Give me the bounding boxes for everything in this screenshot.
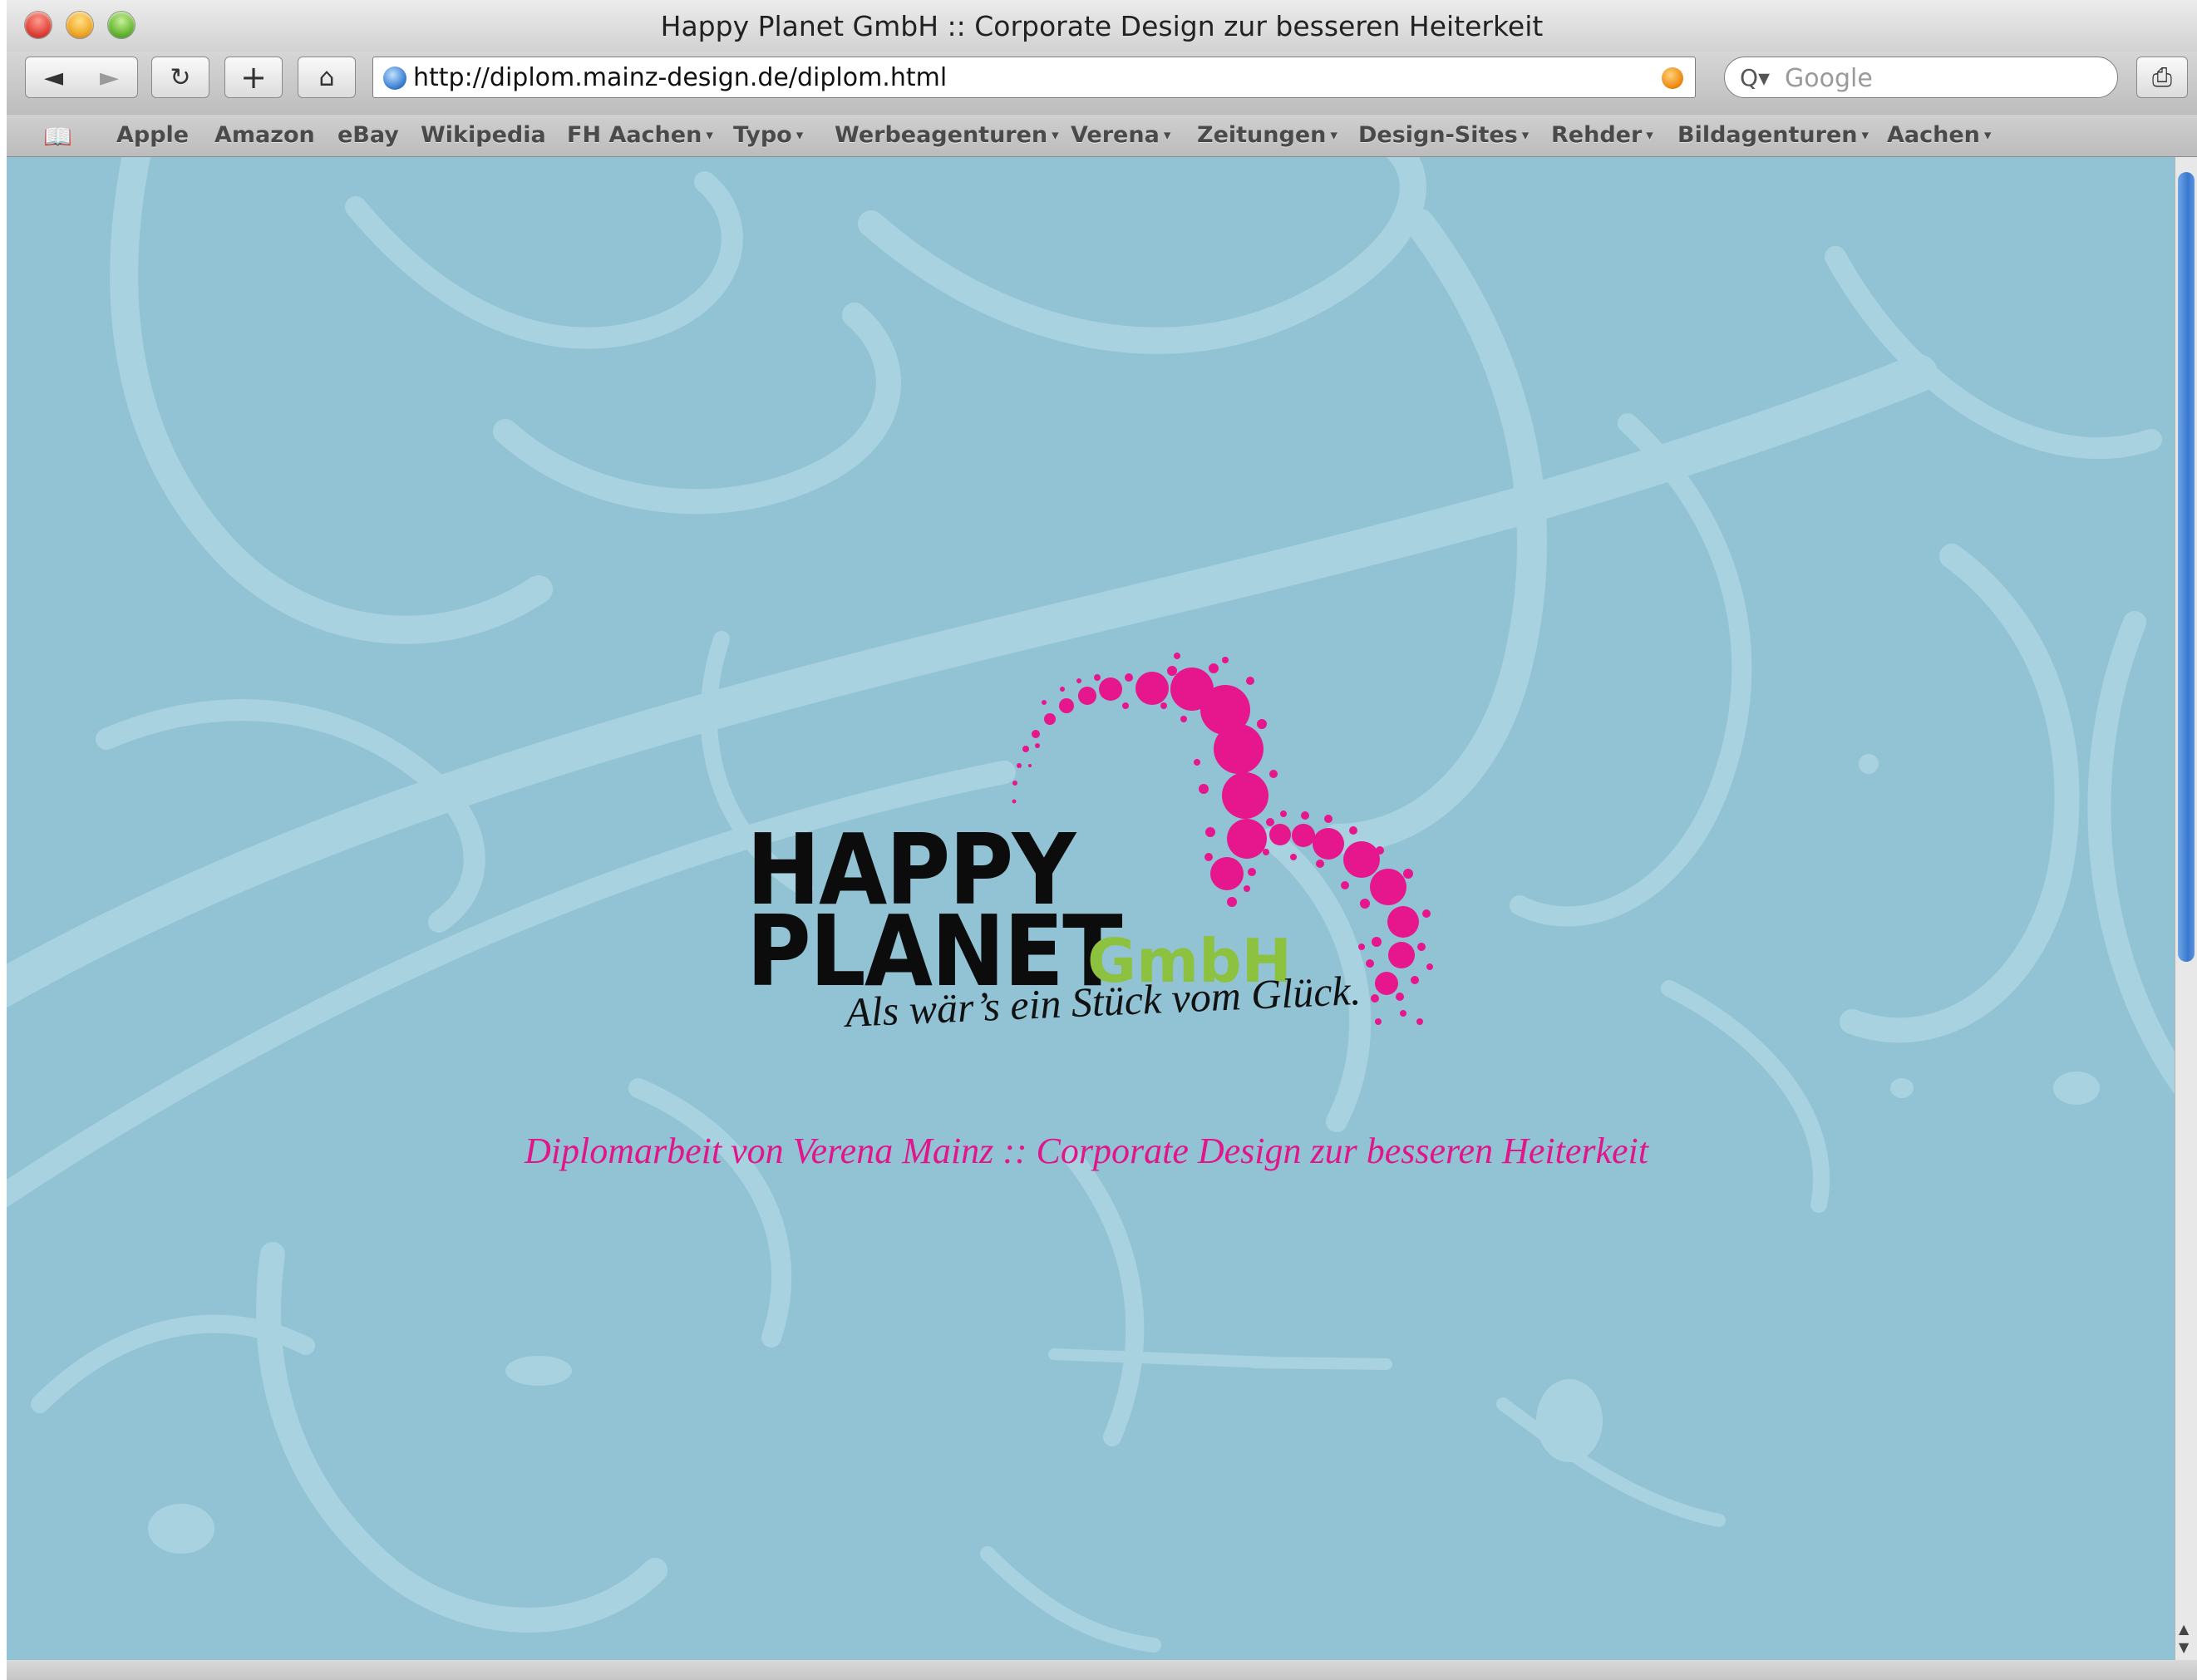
print-button[interactable]: ⎙ <box>2136 57 2188 98</box>
printer-icon: ⎙ <box>2152 62 2172 92</box>
dropdown-arrow-icon: ▾ <box>1163 127 1171 144</box>
title-bar[interactable]: Happy Planet GmbH :: Corporate Design zu… <box>7 0 2197 52</box>
reload-button[interactable]: ↻ <box>151 57 209 98</box>
reload-icon: ↻ <box>170 62 191 92</box>
bookmark-wikipedia[interactable]: Wikipedia <box>421 122 546 148</box>
plus-icon: + <box>240 59 267 96</box>
bookmark-label: Rehder <box>1551 122 1643 148</box>
bookmark-label: Typo <box>733 122 792 148</box>
dropdown-arrow-icon: ▾ <box>1983 127 1992 144</box>
bookmark-label: FH Aachen <box>567 122 702 148</box>
web-page: HAPPY PLANET GmbH Als wär’s ein Stück vo… <box>7 157 2175 1660</box>
bookmark-label: Bildagenturen <box>1677 122 1858 148</box>
add-bookmark-button[interactable]: + <box>224 57 283 98</box>
status-bar <box>7 1660 2197 1680</box>
bookmark-label: Werbeagenturen <box>835 122 1048 148</box>
dropdown-arrow-icon: ▾ <box>1646 127 1653 144</box>
dropdown-arrow-icon: ▾ <box>1330 127 1337 144</box>
bookmark-ebay[interactable]: eBay <box>337 122 399 148</box>
forward-arrow-icon[interactable]: ► <box>100 63 119 92</box>
globe-icon <box>383 67 406 90</box>
scrollbar-thumb[interactable] <box>2178 172 2195 962</box>
scroll-up-arrow-icon[interactable]: ▲ <box>2179 1621 2189 1637</box>
scroll-down-arrow-icon[interactable]: ▼ <box>2179 1639 2189 1655</box>
home-button[interactable]: ⌂ <box>298 57 356 98</box>
bookmark-werbeagenturen[interactable]: Werbeagenturen ▾ <box>835 122 1059 148</box>
bookmarks-bar: 📖 Apple Amazon eBay Wikipedia FH Aachen ▾… <box>7 115 2197 157</box>
search-placeholder: Google <box>1785 64 1873 93</box>
home-icon: ⌂ <box>318 62 335 92</box>
bookmark-label: Zeitungen <box>1197 122 1327 148</box>
dropdown-arrow-icon: ▾ <box>1861 127 1869 144</box>
bookmark-aachen[interactable]: Aachen ▾ <box>1887 122 1991 148</box>
dropdown-arrow-icon: ▾ <box>796 127 804 144</box>
dropdown-arrow-icon: ▾ <box>706 127 713 144</box>
page-subtitle: Diplomarbeit von Verena Mainz :: Corpora… <box>525 1131 1648 1171</box>
toolbar: ◄ ► ↻ + ⌂ http://diplom.mainz-design.de/… <box>7 52 2197 115</box>
bookmark-bildagenturen[interactable]: Bildagenturen ▾ <box>1677 122 1869 148</box>
bookmarks-book-icon[interactable]: 📖 <box>43 123 72 150</box>
bookmark-zeitungen[interactable]: Zeitungen ▾ <box>1197 122 1337 148</box>
window-title: Happy Planet GmbH :: Corporate Design zu… <box>660 10 1544 42</box>
back-forward-buttons[interactable]: ◄ ► <box>25 57 138 98</box>
bookmark-fh-aachen[interactable]: FH Aachen ▾ <box>567 122 713 148</box>
search-icon[interactable]: Q▾ <box>1740 64 1770 91</box>
bookmark-amazon[interactable]: Amazon <box>214 122 315 148</box>
dropdown-arrow-icon: ▾ <box>1052 127 1059 144</box>
bookmark-verena[interactable]: Verena ▾ <box>1071 122 1170 148</box>
bookmark-label: Verena <box>1071 122 1160 148</box>
bookmark-design-sites[interactable]: Design-Sites ▾ <box>1358 122 1529 148</box>
vertical-scrollbar[interactable]: ▲ ▼ <box>2175 157 2197 1660</box>
rss-icon[interactable] <box>1662 67 1683 89</box>
bookmark-label: Aachen <box>1887 122 1980 148</box>
back-arrow-icon[interactable]: ◄ <box>44 63 63 92</box>
address-bar[interactable]: http://diplom.mainz-design.de/diplom.htm… <box>372 57 1696 98</box>
bookmark-apple[interactable]: Apple <box>116 122 189 148</box>
url-text[interactable]: http://diplom.mainz-design.de/diplom.htm… <box>413 63 947 92</box>
search-field[interactable]: Q▾ Google <box>1724 57 2118 98</box>
bookmark-label: Design-Sites <box>1358 122 1518 148</box>
dropdown-arrow-icon: ▾ <box>1521 127 1530 144</box>
bookmark-typo[interactable]: Typo ▾ <box>733 122 803 148</box>
bookmark-rehder[interactable]: Rehder ▾ <box>1551 122 1653 148</box>
browser-window: Happy Planet GmbH :: Corporate Design zu… <box>7 0 2197 1680</box>
